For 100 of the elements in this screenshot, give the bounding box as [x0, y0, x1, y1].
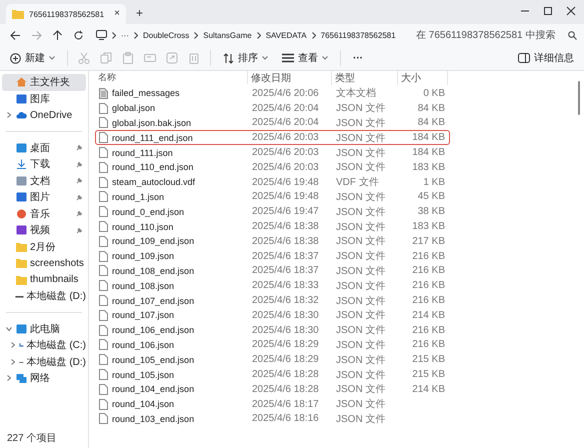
chevron-icon[interactable]	[6, 326, 12, 332]
sidebar-item[interactable]: thumbnails	[2, 272, 86, 288]
chevron-icon	[256, 32, 261, 38]
column-header[interactable]: 大小	[398, 70, 448, 84]
sidebar-item[interactable]: 主文件夹	[2, 74, 86, 90]
file-name[interactable]: round_105_end.json	[112, 354, 194, 365]
maximize-icon[interactable]	[543, 6, 553, 16]
breadcrumb[interactable]: SultansGame	[203, 30, 252, 40]
sidebar-item[interactable]: 此电脑	[2, 320, 86, 337]
table-cell-text: JSON 文件	[335, 264, 386, 278]
file-name[interactable]: round_106.json	[112, 340, 174, 350]
view-button[interactable]: 查看	[280, 49, 330, 67]
breadcrumb-overflow[interactable]: ···	[121, 30, 129, 40]
file-icon	[99, 413, 108, 424]
file-name[interactable]: steam_autocloud.vdf	[112, 177, 196, 188]
breadcrumb[interactable]: DoubleCross	[143, 30, 190, 40]
sidebar-label: screenshots	[30, 258, 85, 269]
sidebar-item[interactable]: 视频	[2, 222, 86, 238]
file-name[interactable]: round_109.json	[112, 251, 174, 262]
sidebar-item[interactable]: 桌面	[2, 140, 86, 156]
sidebar-item[interactable]: 本地磁盘 (C:)	[2, 337, 86, 354]
file-name[interactable]: round_107_end.json	[112, 296, 194, 306]
chevron-icon[interactable]	[6, 112, 12, 118]
column-header[interactable]: 类型	[332, 70, 398, 84]
table-cell-text: 2025/4/6 18:33	[251, 280, 320, 292]
file-name[interactable]: round_108_end.json	[112, 266, 194, 276]
more-button[interactable]: ···	[351, 50, 365, 66]
sidebar-item[interactable]: 本地磁盘 (D:)	[2, 354, 86, 370]
sidebar-label: 文档	[30, 174, 51, 188]
new-tab-button[interactable]: +	[136, 7, 144, 19]
chevron-icon[interactable]	[6, 375, 12, 382]
chevron-icon	[134, 32, 138, 38]
chevron-icon[interactable]	[10, 342, 16, 348]
sidebar-item[interactable]: 网络	[2, 370, 86, 386]
table-cell-text: 2025/4/6 18:30	[251, 324, 320, 336]
table-cell: 216 KB	[412, 280, 445, 292]
table-cell-text: JSON 文件	[335, 368, 386, 382]
breadcrumb[interactable]: 76561198378562581	[320, 30, 396, 40]
file-name[interactable]: global.json.bak.json	[112, 118, 192, 128]
sidebar-item[interactable]: 图库	[2, 90, 86, 107]
close-tab-button[interactable]: ×	[114, 9, 120, 19]
table-cell: 0 KB	[423, 88, 445, 99]
file-name[interactable]: round_104.json	[112, 399, 174, 410]
file-name[interactable]: round_105.json	[112, 370, 174, 380]
file-name[interactable]: round_106_end.json	[112, 325, 194, 336]
file-name[interactable]: round_103_end.json	[112, 414, 194, 424]
sidebar-label: 本地磁盘 (D:)	[26, 290, 86, 304]
close-icon[interactable]	[566, 6, 576, 16]
file-name[interactable]: round_109_end.json	[112, 236, 194, 246]
file-name[interactable]: round_111_end.json	[112, 132, 193, 143]
sidebar-item[interactable]: 音乐	[2, 206, 86, 222]
file-name[interactable]: round_110.json	[112, 222, 174, 232]
sidebar-label: 图库	[30, 92, 51, 106]
file-icon	[99, 265, 108, 276]
sidebar-item[interactable]: 文档	[2, 172, 86, 189]
table-cell-text: 2025/4/6 20:03	[251, 162, 320, 173]
refresh-icon[interactable]	[73, 30, 84, 40]
column-header[interactable]: 修改日期	[248, 70, 332, 84]
plus-circle-icon	[10, 52, 21, 64]
item-count: 227 个项目	[6, 432, 58, 446]
search-icon	[568, 30, 577, 40]
window-tab[interactable]: 76561198378562581 ×	[6, 4, 126, 24]
column-header[interactable]: 名称	[95, 71, 248, 84]
search-field[interactable]: 在 76561198378562581 中搜索	[416, 26, 578, 44]
sidebar-item[interactable]: screenshots	[2, 255, 86, 272]
table-cell-text: 2025/4/6 20:03	[251, 132, 320, 144]
file-name[interactable]: round_104_end.json	[112, 384, 194, 394]
up-arrow-icon[interactable]	[52, 30, 63, 40]
file-icon	[99, 176, 108, 188]
scrollbar[interactable]	[578, 81, 580, 115]
table-cell: 84 KB	[418, 102, 445, 114]
sidebar-item[interactable]: 图片	[2, 189, 86, 206]
file-name[interactable]: round_110_end.json	[112, 162, 194, 172]
file-icon	[99, 250, 108, 262]
file-name[interactable]: global.json	[112, 103, 156, 114]
file-name[interactable]: round_111.json	[112, 148, 173, 158]
sidebar-item[interactable]: 本地磁盘 (D:)	[2, 288, 86, 304]
table-cell-text: 2025/4/6 18:37	[251, 265, 320, 276]
sidebar-item[interactable]: OneDrive	[2, 107, 86, 124]
file-name[interactable]: failed_messages	[112, 88, 180, 98]
details-button[interactable]: 详细信息	[516, 49, 576, 67]
sidebar-item[interactable]: 2月份	[2, 238, 86, 255]
address-bar[interactable]: ··· DoubleCross SultansGame SAVEDATA 76561198378562581	[96, 25, 399, 45]
file-name[interactable]: round_108.json	[112, 280, 174, 291]
table-cell-text: JSON 文件	[335, 398, 386, 412]
file-name[interactable]: round_0_end.json	[112, 206, 184, 217]
sort-button[interactable]: 排序	[221, 49, 270, 67]
breadcrumb[interactable]: SAVEDATA	[266, 30, 307, 40]
folder-icon	[12, 9, 24, 19]
table-cell: 45 KB	[418, 191, 445, 202]
file-icon	[99, 310, 108, 321]
back-arrow-icon[interactable]	[10, 30, 21, 40]
file-icon	[99, 117, 108, 128]
new-button[interactable]: 新建	[8, 49, 57, 67]
chevron-icon[interactable]	[10, 358, 16, 365]
table-cell-text: JSON 文件	[335, 102, 386, 116]
sidebar-item[interactable]: 下载	[2, 156, 86, 172]
file-name[interactable]: round_1.json	[112, 192, 164, 202]
file-name[interactable]: round_107.json	[112, 310, 174, 320]
table-cell-text: 2025/4/6 18:38	[251, 236, 320, 247]
